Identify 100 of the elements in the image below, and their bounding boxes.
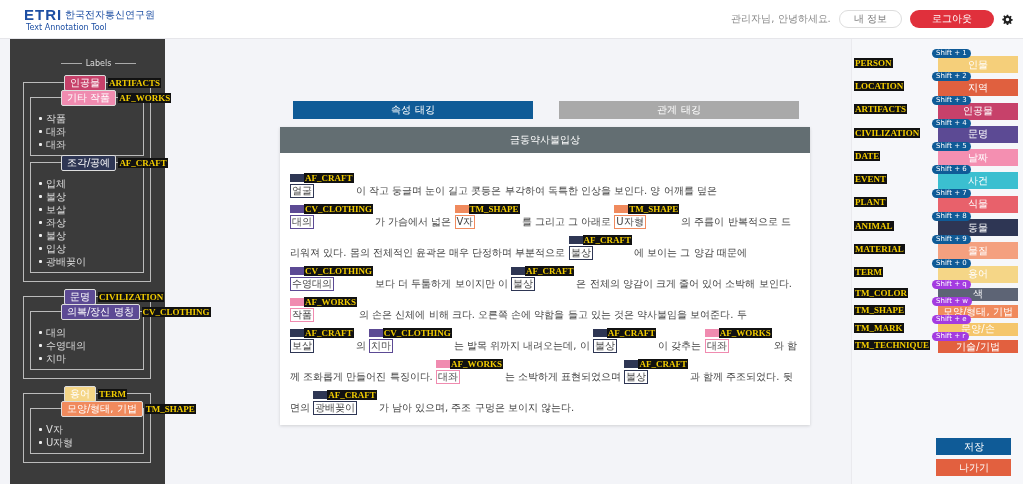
- bullet-icon: [39, 247, 42, 250]
- sidebar-heading: Labels: [85, 59, 112, 68]
- label-item[interactable]: 치마: [46, 352, 66, 365]
- label-button[interactable]: 인공물: [938, 102, 1018, 120]
- tag-label: AF_CRAFT: [582, 235, 633, 245]
- tag-label: AF_CRAFT: [327, 390, 377, 400]
- tag-label: AF_WORKS: [718, 328, 772, 338]
- label-item[interactable]: 입상: [46, 242, 66, 255]
- bullet-icon: [39, 344, 42, 347]
- tag-label: EVENT: [854, 174, 887, 185]
- label-item[interactable]: V자: [46, 423, 63, 436]
- label-item[interactable]: U자형: [46, 436, 74, 449]
- label-item[interactable]: 수영대의: [46, 339, 86, 352]
- subcategory-chip[interactable]: 조각/공예: [61, 155, 117, 171]
- tag-label: AF_CRAFT: [606, 328, 657, 338]
- tag-label: AF_WORKS: [118, 93, 172, 103]
- tag-label: AF_CRAFT: [118, 158, 168, 168]
- tag-label: TM_SHAPE: [628, 204, 680, 214]
- tag-label: TM_COLOR: [854, 287, 908, 298]
- tagged-word[interactable]: 보살: [290, 339, 314, 353]
- tag-label: AF_CRAFT: [304, 328, 354, 338]
- label-item[interactable]: 대좌: [46, 138, 66, 151]
- tag-label: AF_WORKS: [304, 297, 357, 307]
- bullet-icon: [39, 357, 42, 360]
- action-button[interactable]: 저장: [936, 438, 1011, 455]
- tagged-word[interactable]: 불상: [568, 246, 593, 260]
- tagged-word[interactable]: U자형: [614, 215, 646, 229]
- greeting: 관리자님, 안녕하세요.: [731, 12, 831, 26]
- tag-label: ANIMAL: [854, 220, 894, 231]
- header-button[interactable]: 로그아웃: [910, 10, 994, 28]
- bullet-icon: [39, 208, 42, 211]
- bullet-icon: [39, 143, 42, 146]
- tag-label: AF_CRAFT: [638, 359, 688, 369]
- bullet-icon: [39, 428, 42, 431]
- tagged-word[interactable]: 불상: [510, 277, 535, 291]
- label-item[interactable]: 입체: [46, 177, 66, 190]
- tagged-word[interactable]: 치마: [368, 339, 393, 353]
- tag-label: MATERIAL: [854, 244, 905, 254]
- settings-icon[interactable]: [1002, 13, 1013, 25]
- bullet-icon: [39, 441, 42, 444]
- tag-label: CIVILIZATION: [98, 292, 165, 302]
- app-name: Text Annotation Tool: [26, 23, 108, 32]
- tag-label: CV_CLOTHING: [304, 266, 373, 276]
- tagged-word[interactable]: 불상: [592, 339, 617, 353]
- label-item[interactable]: 불상: [46, 229, 66, 242]
- tagged-word[interactable]: 작품: [290, 308, 314, 322]
- category-chip[interactable]: 인공물: [64, 75, 106, 91]
- tagged-word[interactable]: 대의: [290, 215, 314, 229]
- header-button[interactable]: 내 정보: [838, 10, 902, 28]
- tagged-word[interactable]: V자: [454, 215, 476, 229]
- tagged-word[interactable]: 광배꽂이: [313, 401, 358, 415]
- label-item[interactable]: 보살: [46, 203, 66, 216]
- bullet-icon: [39, 195, 42, 198]
- logo-subtitle: 한국전자통신연구원: [65, 7, 156, 22]
- label-item[interactable]: 작품: [46, 112, 66, 125]
- tag-label: PLANT: [854, 197, 887, 208]
- tag-label: CV_CLOTHING: [141, 307, 211, 317]
- tag-label: TM_MARK: [854, 322, 904, 333]
- bullet-icon: [39, 182, 42, 185]
- tag-label: CV_CLOTHING: [304, 204, 373, 214]
- bullet-icon: [39, 221, 42, 224]
- tagged-word[interactable]: 얼굴: [290, 184, 314, 198]
- tag-label: CV_CLOTHING: [382, 328, 452, 338]
- tag-label: DATE: [854, 150, 881, 161]
- label-item[interactable]: 광배꽂이: [46, 255, 86, 268]
- label-button[interactable]: 기술/기법: [938, 340, 1018, 354]
- tag-label: ARTIFACTS: [854, 104, 908, 115]
- tag-label: AF_CRAFT: [524, 266, 575, 276]
- tag-label: TERM: [98, 389, 127, 399]
- tag-label: TM_SHAPE: [144, 404, 196, 414]
- tagged-word[interactable]: 대좌: [435, 370, 460, 384]
- tag-label: TERM: [854, 267, 883, 278]
- document-title: 금동약사불입상: [280, 127, 810, 153]
- category-chip[interactable]: 문명: [64, 289, 96, 305]
- subcategory-chip[interactable]: 의복/장신 명칭: [61, 304, 140, 320]
- bullet-icon: [39, 117, 42, 120]
- tag-label: TM_TECHNIQUE: [854, 340, 930, 351]
- bullet-icon: [39, 260, 42, 263]
- tagged-word[interactable]: 대좌: [704, 339, 729, 353]
- tag-label: TM_SHAPE: [468, 204, 520, 214]
- bullet-icon: [39, 331, 42, 334]
- bullet-icon: [39, 234, 42, 237]
- label-button[interactable]: 지역: [938, 79, 1018, 97]
- tag-label: AF_CRAFT: [304, 173, 354, 183]
- tag-label: LOCATION: [854, 80, 905, 91]
- document-text: AF_CRAFT 얼굴 이 작고 둥글며 눈이 길고 콧등은 부각하여 독특한 인상을 보인다. 양 어깨를 덮은 CV_CLOTHING 대의 가 가슴에서 넓은 TM_SHAPE V자 를 그리고 그 아래로 TM_SHAPE U자형 의 주름이 반복적으로 드리워져 있다. 몸의 전체적인 윤곽은 매우 단정하며 부분적으로 AF_CRAFT 불상 에 보이는 그 양감 때문에 CV_CLOTHING 수영대의 보다 더 두툼하게 보이지만 이 AF_CRAFT 불상 은 전체의 양감이 크게 줄어 있어 소박해 보인다. AF_WORKS 작품 의 손은 신체에 비해 크다. 오른쪽 손에 약함을 들고 있는 것은 약사불임을 보여준다. 두 AF_CRAFT 보살 의 CV_CLOTHING 치마 는 발목 위까지 내려오는데, 이 AF_CRAFT 불상 이 갖추는 AF_WORKS 대좌 와 함께 조화롭게 만들어진 특징이다. AF_WORKS 대좌 는 소박하게 표현되었으며 AF_CRAFT 불상 과 함께 주조되었다. 뒷면의 AF_CRAFT 광배꽂이 가 남아 있으며, 주조 구멍은 보이지 않는다.: [289, 172, 798, 417]
- tag-label: AF_WORKS: [449, 359, 503, 369]
- logo: ETRI: [24, 6, 63, 23]
- action-button[interactable]: 나가기: [936, 459, 1011, 476]
- tagged-word[interactable]: 수영대의: [290, 277, 334, 291]
- label-item[interactable]: 좌상: [46, 216, 66, 229]
- tag-label: PERSON: [854, 57, 893, 68]
- label-button[interactable]: 문명: [938, 125, 1018, 143]
- label-item[interactable]: 대의: [46, 326, 66, 339]
- label-item[interactable]: 대좌: [46, 125, 66, 138]
- tag-label: ARTIFACTS: [108, 78, 162, 88]
- tab[interactable]: 속성 태깅: [293, 101, 533, 119]
- label-item[interactable]: 불상: [46, 190, 66, 203]
- tag-label: CIVILIZATION: [854, 127, 921, 138]
- tagged-word[interactable]: 불상: [624, 370, 649, 384]
